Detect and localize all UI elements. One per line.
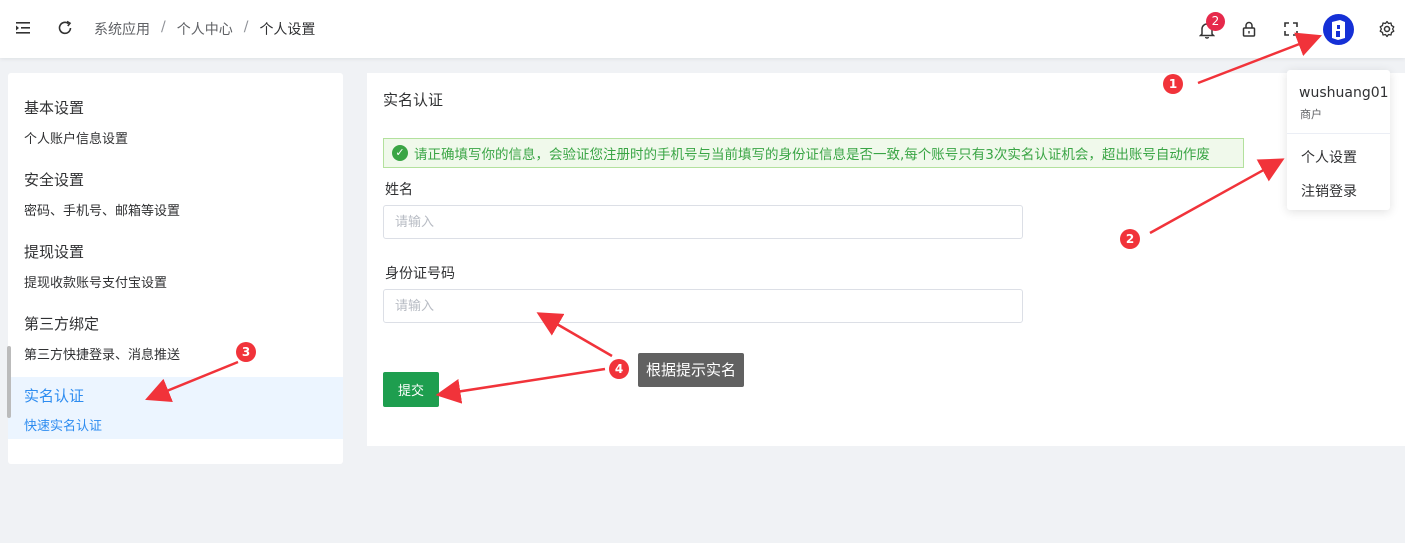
sidebar-item-title: 安全设置 — [24, 171, 85, 189]
step-marker-2: 2 — [1120, 229, 1140, 249]
step-marker-3: 3 — [236, 342, 256, 362]
refresh-icon[interactable] — [55, 18, 75, 38]
breadcrumb-current: 个人设置 — [259, 22, 316, 38]
sidebar-item-security[interactable]: 安全设置 密码、手机号、邮箱等设置 — [8, 145, 343, 219]
breadcrumb-separator: / — [243, 19, 249, 35]
dropdown-username: wushuang01 — [1299, 85, 1389, 101]
sidebar-item-title: 基本设置 — [24, 99, 85, 117]
sidebar-scrollbar[interactable] — [7, 346, 11, 418]
menu-item-logout[interactable]: 注销登录 — [1301, 181, 1357, 201]
real-name-panel: 实名认证 ✓ 请正确填写你的信息，会验证您注册时的手机号与当前填写的身份证信息是… — [367, 73, 1405, 446]
sidebar-item-withdraw[interactable]: 提现设置 提现收款账号支付宝设置 — [8, 217, 343, 291]
fullscreen-icon[interactable] — [1281, 19, 1301, 39]
settings-sidebar: 基本设置 个人账户信息设置 安全设置 密码、手机号、邮箱等设置 提现设置 提现收… — [8, 73, 343, 464]
name-input[interactable] — [383, 205, 1023, 239]
id-number-input[interactable] — [383, 289, 1023, 323]
alert-text: 请正确填写你的信息，会验证您注册时的手机号与当前填写的身份证信息是否一致,每个账… — [414, 147, 1210, 163]
submit-button[interactable]: 提交 — [383, 372, 439, 407]
id-number-label: 身份证号码 — [385, 266, 455, 282]
sidebar-item-title: 提现设置 — [24, 243, 85, 261]
menu-item-personal-settings[interactable]: 个人设置 — [1301, 147, 1357, 167]
sidebar-item-desc: 第三方快捷登录、消息推送 — [24, 348, 181, 363]
breadcrumb-item[interactable]: 个人中心 — [177, 19, 233, 39]
gear-icon[interactable] — [1377, 19, 1397, 39]
breadcrumb-item[interactable]: 系统应用 — [94, 19, 150, 39]
sidebar-item-real-name[interactable]: 实名认证 快速实名认证 — [8, 377, 343, 439]
breadcrumb: 系统应用 / 个人中心 / 个人设置 — [94, 19, 315, 39]
menu-fold-icon[interactable] — [13, 18, 33, 38]
user-dropdown-menu: wushuang01 商户 个人设置 注销登录 — [1287, 70, 1390, 210]
top-navbar: 系统应用 / 个人中心 / 个人设置 2 — [0, 0, 1405, 58]
check-circle-icon: ✓ — [392, 145, 408, 161]
breadcrumb-separator: / — [161, 19, 166, 35]
info-alert: ✓ 请正确填写你的信息，会验证您注册时的手机号与当前填写的身份证信息是否一致,每… — [383, 138, 1244, 168]
step-marker-1: 1 — [1163, 74, 1183, 94]
page-title: 实名认证 — [383, 91, 444, 109]
sidebar-item-title: 第三方绑定 — [24, 315, 100, 333]
dropdown-divider — [1287, 133, 1390, 134]
step-marker-4: 4 — [609, 359, 629, 379]
annotation-tooltip: 根据提示实名 — [638, 353, 745, 387]
sidebar-item-third-party[interactable]: 第三方绑定 第三方快捷登录、消息推送 — [8, 289, 343, 363]
sidebar-item-basic[interactable]: 基本设置 个人账户信息设置 — [8, 73, 343, 147]
dropdown-role: 商户 — [1300, 108, 1322, 121]
sidebar-item-title: 实名认证 — [24, 387, 85, 405]
lock-icon[interactable] — [1239, 19, 1259, 39]
avatar[interactable] — [1323, 14, 1354, 45]
notification-badge: 2 — [1206, 12, 1225, 31]
sidebar-item-desc: 快速实名认证 — [24, 419, 103, 434]
name-label: 姓名 — [385, 182, 413, 198]
